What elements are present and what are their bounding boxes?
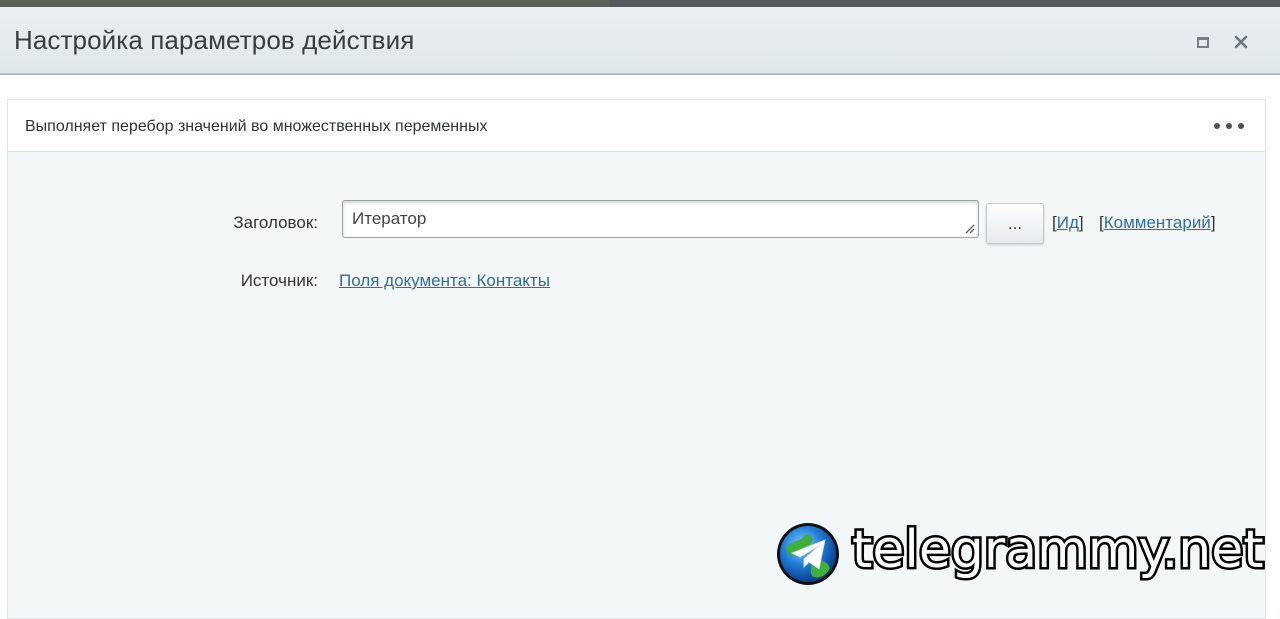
watermark: telegrammy.net — [776, 518, 1267, 588]
maximize-icon — [1197, 36, 1209, 48]
telegram-logo-icon — [777, 523, 839, 585]
close-button[interactable] — [1230, 31, 1252, 53]
close-icon — [1234, 35, 1248, 49]
source-field-label: Источник: — [240, 271, 318, 290]
more-dot — [1238, 123, 1244, 129]
panel-header: Выполняет перебор значений во множествен… — [8, 100, 1265, 152]
panel-description: Выполняет перебор значений во множествен… — [25, 118, 488, 135]
id-link-wrapper: [Ид] — [1052, 213, 1084, 232]
id-link[interactable]: Ид — [1057, 213, 1079, 232]
source-link[interactable]: Поля документа: Контакты — [339, 271, 550, 291]
comment-link[interactable]: Комментарий — [1104, 213, 1211, 232]
maximize-button[interactable] — [1192, 31, 1214, 53]
browse-button[interactable]: ... — [986, 203, 1044, 244]
more-dot — [1226, 123, 1232, 129]
resize-grip-icon[interactable] — [963, 222, 975, 234]
dialog-title: Настройка параметров действия — [14, 25, 415, 55]
more-horizontal-icon — [1214, 123, 1220, 129]
comment-link-wrapper: [Комментарий] — [1099, 213, 1216, 232]
dialog-titlebar: Настройка параметров действия — [0, 7, 1280, 75]
watermark-text: telegrammy.net — [850, 518, 1267, 583]
more-options-button[interactable] — [1214, 118, 1244, 134]
top-strip-accent — [0, 0, 610, 7]
top-strip — [0, 0, 1280, 7]
title-input[interactable] — [342, 200, 979, 238]
title-field-label: Заголовок: — [233, 213, 318, 232]
